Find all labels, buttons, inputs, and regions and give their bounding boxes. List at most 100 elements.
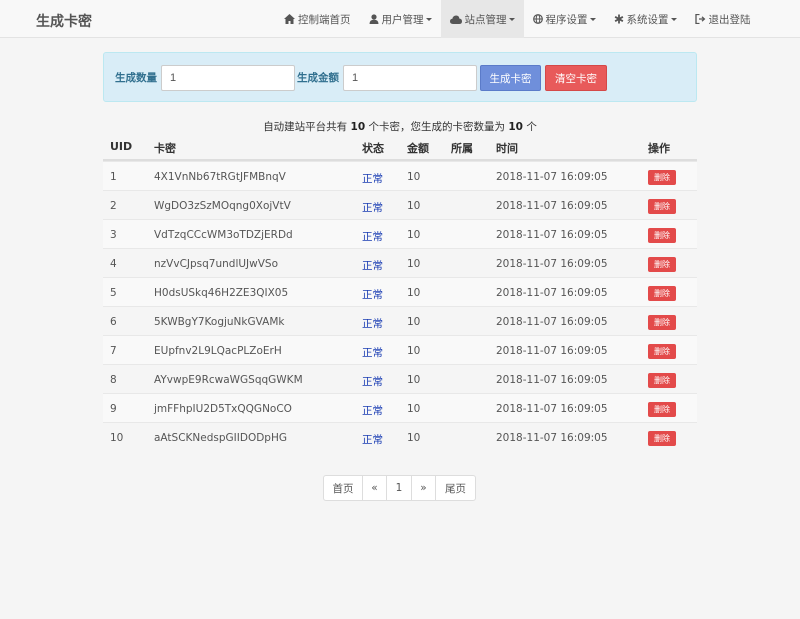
amount-label: 生成金额 [297,72,339,84]
asterisk-icon [614,14,624,24]
page-current-button[interactable]: 1 [386,476,411,500]
quantity-label: 生成数量 [115,72,157,84]
cell-amount: 10 [407,403,421,415]
cell-amount: 10 [407,316,421,328]
clear-button[interactable]: 清空卡密 [545,65,607,91]
nav-users-label: 用户管理 [381,13,424,26]
cell-time: 2018-11-07 16:09:05 [496,432,608,444]
nav-dashboard-label: 控制端首页 [298,13,351,26]
cell-time: 2018-11-07 16:09:05 [496,229,608,241]
table-row: 2 WgDO3zSzMOqng0XojVtV 正常 10 2018-11-07 … [103,190,697,219]
nav-logout-label: 退出登陆 [708,13,751,26]
chevron-down-icon [425,17,432,21]
quantity-input[interactable] [161,65,295,91]
chevron-down-icon [670,17,677,21]
cell-card: 5KWBgY7KogjuNkGVAMk [154,316,285,328]
cell-time: 2018-11-07 16:09:05 [496,287,608,299]
generate-panel: 生成数量 生成金额 生成卡密 清空卡密 [103,52,697,102]
cell-card: H0dsUSkq46H2ZE3QIX05 [154,287,289,299]
page-prev-button[interactable]: « [362,476,386,500]
cell-amount: 10 [407,374,421,386]
header-status: 状态 [362,142,384,155]
header-amount: 金额 [407,142,429,155]
cell-card: WgDO3zSzMOqng0XojVtV [154,200,291,212]
amount-input[interactable] [343,65,477,91]
cell-time: 2018-11-07 16:09:05 [496,316,608,328]
cell-amount: 10 [407,171,421,183]
cell-card: VdTzqCCcWM3oTDZjERDd [154,229,293,241]
cell-uid: 9 [110,403,117,415]
table-row: 5 H0dsUSkq46H2ZE3QIX05 正常 10 2018-11-07 … [103,277,697,306]
table-row: 3 VdTzqCCcWM3oTDZjERDd 正常 10 2018-11-07 … [103,219,697,248]
cell-card: EUpfnv2L9LQacPLZoErH [154,345,282,357]
header-card: 卡密 [154,142,176,155]
delete-button[interactable]: 删除 [648,431,676,446]
cell-time: 2018-11-07 16:09:05 [496,171,608,183]
table-row: 10 aAtSCKNedspGIIDODpHG 正常 10 2018-11-07… [103,422,697,451]
table-header: UID 卡密 状态 金额 所属 时间 操作 [103,132,697,161]
cell-uid: 6 [110,316,117,328]
cell-card: nzVvCJpsq7undlUJwVSo [154,258,279,270]
nav-sites-label: 站点管理 [464,13,507,26]
nav-sites[interactable]: 站点管理 [440,0,524,38]
delete-button[interactable]: 删除 [648,315,676,330]
nav-logout[interactable]: 退出登陆 [686,0,760,38]
generate-button[interactable]: 生成卡密 [480,65,541,91]
cell-uid: 2 [110,200,117,212]
cell-time: 2018-11-07 16:09:05 [496,200,608,212]
cell-time: 2018-11-07 16:09:05 [496,258,608,270]
cell-card: jmFFhpIU2D5TxQQGNoCO [154,403,292,415]
delete-button[interactable]: 删除 [648,286,676,301]
delete-button[interactable]: 删除 [648,373,676,388]
delete-button[interactable]: 删除 [648,199,676,214]
cell-status: 正常 [362,231,383,243]
cell-amount: 10 [407,229,421,241]
cell-amount: 10 [407,258,421,270]
cell-uid: 4 [110,258,117,270]
page-last-button[interactable]: 尾页 [435,476,475,500]
cell-amount: 10 [407,287,421,299]
cell-status: 正常 [362,289,383,301]
nav-system[interactable]: 系统设置 [605,0,686,38]
cell-time: 2018-11-07 16:09:05 [496,374,608,386]
header-time: 时间 [496,142,518,155]
table-row: 8 AYvwpE9RcwaWGSqqGWKM 正常 10 2018-11-07 … [103,364,697,393]
nav-system-label: 系统设置 [626,13,669,26]
cell-status: 正常 [362,173,383,185]
page-next-button[interactable]: » [411,476,435,500]
card-table: UID 卡密 状态 金额 所属 时间 操作 1 4X1VnNb67tRGtJFM… [103,132,697,451]
cell-uid: 10 [110,432,124,444]
page-first-button[interactable]: 首页 [324,476,362,500]
table-row: 7 EUpfnv2L9LQacPLZoErH 正常 10 2018-11-07 … [103,335,697,364]
brand-title[interactable]: 生成卡密 [36,11,92,31]
nav-dashboard[interactable]: 控制端首页 [275,0,360,38]
chevron-down-icon [589,17,596,21]
delete-button[interactable]: 删除 [648,257,676,272]
top-navbar: 生成卡密 控制端首页 用户管理 站点管理 程序设置 系统设置 退出登陆 [0,0,800,38]
delete-button[interactable]: 删除 [648,402,676,417]
cell-card: 4X1VnNb67tRGtJFMBnqV [154,171,286,183]
delete-button[interactable]: 删除 [648,170,676,185]
table-body: 1 4X1VnNb67tRGtJFMBnqV 正常 10 2018-11-07 … [103,161,697,451]
cell-uid: 7 [110,345,117,357]
cloud-icon [449,15,462,24]
cell-status: 正常 [362,405,383,417]
header-uid: UID [110,140,133,153]
cell-amount: 10 [407,200,421,212]
cell-status: 正常 [362,347,383,359]
cell-card: AYvwpE9RcwaWGSqqGWKM [154,374,303,386]
cell-status: 正常 [362,202,383,214]
nav-users[interactable]: 用户管理 [360,0,441,38]
cell-time: 2018-11-07 16:09:05 [496,403,608,415]
cell-amount: 10 [407,345,421,357]
cell-status: 正常 [362,318,383,330]
delete-button[interactable]: 删除 [648,228,676,243]
chevron-down-icon [508,17,515,21]
pagination: 首页 « 1 » 尾页 [323,475,476,501]
main-nav: 控制端首页 用户管理 站点管理 程序设置 系统设置 退出登陆 [275,0,760,38]
cell-uid: 8 [110,374,117,386]
cell-amount: 10 [407,432,421,444]
delete-button[interactable]: 删除 [648,344,676,359]
table-row: 1 4X1VnNb67tRGtJFMBnqV 正常 10 2018-11-07 … [103,161,697,190]
nav-program[interactable]: 程序设置 [524,0,605,38]
